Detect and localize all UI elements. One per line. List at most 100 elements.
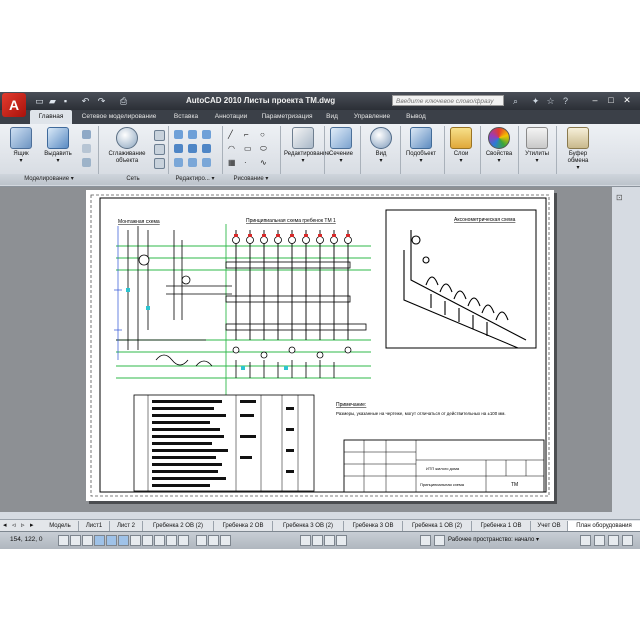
dynamic-ucs-icon[interactable] [142,535,153,546]
polyline-icon[interactable]: ⌐ [244,130,253,139]
layout-tab-manifold-3-ov[interactable]: Гребенка 3 ОВ [344,521,403,531]
status-menu-icon[interactable] [608,535,619,546]
last-tab-arrow-icon[interactable]: ▸ [30,521,34,529]
utilities-button[interactable]: Утилиты ▾ [520,127,554,165]
tab-insert[interactable]: Вставка [166,110,206,124]
move-gizmo-icon[interactable] [174,144,183,153]
next-tab-arrow-icon[interactable]: ▹ [21,521,25,529]
grid-display-icon[interactable] [70,535,81,546]
quick-properties-icon[interactable] [178,535,189,546]
intersect-icon[interactable] [202,130,211,139]
group-modeling[interactable]: Моделирование ▾ [0,174,99,185]
hatch-icon[interactable]: ▦ [228,158,237,167]
tab-home[interactable]: Главная [30,110,72,124]
chamfer-edge-icon[interactable] [188,158,197,167]
annotation-scale-icon[interactable] [420,535,431,546]
ellipse-icon[interactable]: ⬭ [260,144,269,153]
layout-tab-sheet1[interactable]: Лист1 [79,521,110,531]
application-menu-button[interactable]: A [2,93,26,117]
scale-gizmo-icon[interactable] [202,144,211,153]
spline-icon[interactable]: ∿ [260,158,269,167]
polar-tracking-icon[interactable] [94,535,105,546]
subtract-icon[interactable] [188,130,197,139]
snap-mode-icon[interactable] [58,535,69,546]
layout-tab-sheet2[interactable]: Лист 2 [110,521,143,531]
tab-view[interactable]: Вид [320,110,344,124]
maximize-button[interactable]: □ [604,94,618,106]
section-button[interactable]: Сечение ▾ [326,127,356,165]
tab-manage[interactable]: Управление [346,110,398,124]
quick-view-layouts-icon[interactable] [208,535,219,546]
undo-icon[interactable]: ↶ [80,96,91,106]
close-button[interactable]: ✕ [620,94,634,106]
search-icon[interactable]: ⌕ [510,96,521,106]
lock-ui-icon[interactable] [580,535,591,546]
ortho-mode-icon[interactable] [82,535,93,546]
tab-parametric[interactable]: Параметризация [256,110,318,124]
help-search-input[interactable]: Введите ключевое слово/фразу [392,95,504,106]
layout-tab-manifold-3-ov-2[interactable]: Гребенка 3 ОВ (2) [273,521,344,531]
object-snap-icon[interactable] [106,535,117,546]
zoom-icon[interactable] [312,535,323,546]
group-edit[interactable]: Редактиро... ▾ [168,174,223,185]
layers-button[interactable]: Слои ▾ [446,127,476,165]
pan-icon[interactable] [300,535,311,546]
loft-icon[interactable] [82,144,91,153]
redo-icon[interactable]: ↷ [96,96,107,106]
clipboard-button[interactable]: Буфер обмена ▾ [560,127,596,172]
mesh-smooth-more-icon[interactable] [154,130,165,141]
fillet-edge-icon[interactable] [174,158,183,167]
annotation-visibility-icon[interactable] [434,535,445,546]
rotate-gizmo-icon[interactable] [188,144,197,153]
favorites-star-icon[interactable]: ☆ [545,96,556,106]
slice-icon[interactable] [202,158,211,167]
line-icon[interactable]: ╱ [228,130,237,139]
vertical-scrollbar[interactable]: ⊡ [612,187,640,512]
layout-tab-manifold-1-ov[interactable]: Гребенка 1 ОВ [472,521,531,531]
help-icon[interactable]: ? [560,96,571,106]
point-icon[interactable]: · [244,158,253,167]
extrude-button[interactable]: Выдавить ▾ [40,127,76,165]
subobject-button[interactable]: Подобъект ▾ [402,127,440,165]
clean-screen-icon[interactable] [622,535,633,546]
quick-view-drawings-icon[interactable] [220,535,231,546]
revolve-icon[interactable] [82,158,91,167]
rectangle-icon[interactable]: ▭ [244,144,253,153]
layout-tab-model[interactable]: Модель [42,521,79,531]
layout-tab-uchet-ov[interactable]: Учет ОВ [531,521,568,531]
refine-mesh-icon[interactable] [154,158,165,169]
tab-output[interactable]: Вывод [400,110,432,124]
lineweight-icon[interactable] [166,535,177,546]
layout-tab-manifold-2-ov-2[interactable]: Гребенка 2 ОВ (2) [143,521,214,531]
layout-tab-manifold-2-ov[interactable]: Гребенка 2 ОВ [214,521,273,531]
tab-mesh-modeling[interactable]: Сетевое моделирование [74,110,164,124]
union-icon[interactable] [174,130,183,139]
workspace-switch[interactable]: Рабочее пространство: начало ▾ [448,536,539,543]
showmotion-icon[interactable] [336,535,347,546]
properties-button[interactable]: Свойства ▾ [482,127,516,165]
mesh-smooth-less-icon[interactable] [154,144,165,155]
layout-tab-equipment-plan[interactable]: План оборудования [568,521,640,531]
first-tab-arrow-icon[interactable]: ◂ [3,521,7,529]
box-button[interactable]: Ящик ▾ [8,127,34,165]
sweep-icon[interactable] [82,130,91,139]
layout-paper[interactable]: Монтажная схема Принципиальная схема гре… [86,190,554,501]
model-space-icon[interactable] [196,535,207,546]
open-file-icon[interactable]: ▰ [47,96,58,106]
save-icon[interactable]: ▪ [60,96,71,106]
arc-icon[interactable]: ◠ [228,144,237,153]
isolate-objects-icon[interactable] [594,535,605,546]
group-mesh[interactable]: Сеть [98,174,169,185]
viewport-restore-icon[interactable]: ⊡ [616,193,623,202]
3d-object-snap-icon[interactable] [118,535,129,546]
object-snap-tracking-icon[interactable] [130,535,141,546]
minimize-button[interactable]: – [588,94,602,106]
new-file-icon[interactable]: ▭ [34,96,45,106]
steering-wheel-icon[interactable] [324,535,335,546]
view-button[interactable]: Вид ▾ [366,127,396,165]
tab-annotate[interactable]: Аннотации [208,110,254,124]
prev-tab-arrow-icon[interactable]: ◃ [12,521,16,529]
dynamic-input-icon[interactable] [154,535,165,546]
communication-center-icon[interactable]: ✦ [530,96,541,106]
plot-icon[interactable]: ⎙ [118,96,129,106]
